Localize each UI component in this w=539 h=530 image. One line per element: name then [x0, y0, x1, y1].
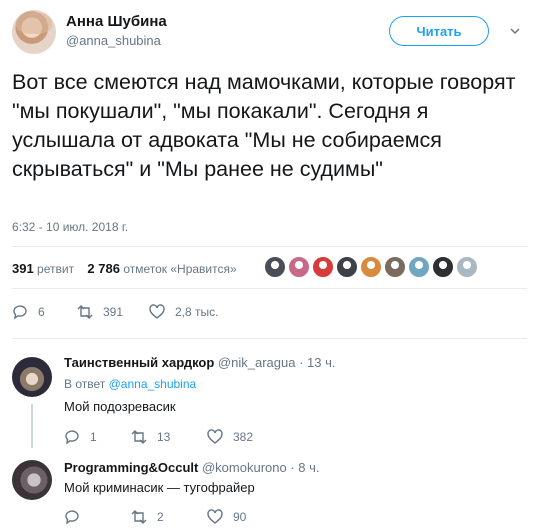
reply-to-line: В ответ @anna_shubina: [64, 377, 196, 391]
reply-avatar[interactable]: [12, 460, 52, 500]
reply-author-handle[interactable]: @komokurono: [202, 460, 287, 475]
like-count: 2,8 тыс.: [175, 305, 219, 319]
retweet-count: 13: [157, 430, 171, 444]
like-button[interactable]: 2,8 тыс.: [149, 304, 218, 320]
reply-actions: 1 13 382: [64, 429, 253, 445]
liker-avatar[interactable]: [264, 256, 286, 278]
liker-avatar[interactable]: [432, 256, 454, 278]
like-count: 382: [233, 430, 254, 444]
reply-avatar[interactable]: [12, 357, 52, 397]
divider: [12, 246, 527, 247]
liker-avatar[interactable]: [360, 256, 382, 278]
author-handle[interactable]: @anna_shubina: [66, 33, 161, 48]
liker-avatar[interactable]: [408, 256, 430, 278]
author-avatar[interactable]: [12, 10, 56, 54]
like-count: 90: [233, 510, 247, 524]
liker-avatar[interactable]: [384, 256, 406, 278]
like-button[interactable]: 382: [207, 429, 253, 445]
tweet-actions: 6 391 2,8 тыс.: [12, 304, 218, 320]
reply-count: 6: [38, 305, 45, 319]
retweet-button[interactable]: 13: [131, 429, 207, 445]
tweet-stats: 391 ретвит 2 786 отметок «Нравится»: [12, 261, 237, 276]
retweet-icon: [131, 430, 147, 444]
reply-actions: 2 90: [64, 509, 246, 525]
reply-time[interactable]: · 8 ч.: [290, 460, 319, 475]
reply-button[interactable]: [64, 509, 131, 525]
divider: [12, 338, 527, 339]
reply-text: Мой криминасик — тугофрайер: [64, 480, 255, 495]
reply-text: Мой подозревасик: [64, 399, 176, 414]
divider: [12, 288, 527, 289]
heart-icon: [149, 304, 165, 319]
heart-icon: [207, 429, 223, 444]
reply-count: 1: [90, 430, 97, 444]
follow-button[interactable]: Читать: [389, 16, 489, 46]
retweet-button[interactable]: 2: [131, 509, 207, 525]
retweet-count: 2: [157, 510, 164, 524]
reply-to-prefix: В ответ: [64, 377, 106, 391]
reply-author-name[interactable]: Таинственный хардкор: [64, 355, 214, 370]
retweets-label[interactable]: ретвит: [37, 262, 74, 276]
chevron-down-icon[interactable]: [510, 26, 520, 36]
likes-label[interactable]: отметок «Нравится»: [123, 262, 236, 276]
liker-avatar[interactable]: [312, 256, 334, 278]
retweet-count: 391: [103, 305, 124, 319]
tweet-text: Вот все смеются над мамочками, которые г…: [12, 70, 516, 181]
retweets-count[interactable]: 391: [12, 261, 34, 276]
reply-button[interactable]: 1: [64, 429, 131, 445]
reply-icon: [65, 430, 79, 445]
author-name[interactable]: Анна Шубина: [66, 13, 167, 30]
reply-author-handle[interactable]: @nik_aragua: [218, 355, 296, 370]
reply-button[interactable]: 6: [12, 304, 77, 320]
like-button[interactable]: 90: [207, 509, 246, 525]
reply-author[interactable]: Programming&Occult @komokurono · 8 ч.: [64, 460, 320, 475]
tweet-timestamp[interactable]: 6:32 - 10 июл. 2018 г.: [12, 220, 128, 234]
liker-avatar[interactable]: [336, 256, 358, 278]
liker-avatar[interactable]: [288, 256, 310, 278]
heart-icon: [207, 509, 223, 524]
liker-avatar[interactable]: [456, 256, 478, 278]
reply-time[interactable]: · 13 ч.: [299, 355, 335, 370]
retweet-icon: [131, 510, 147, 524]
reply-to-link[interactable]: @anna_shubina: [109, 377, 197, 391]
liker-avatars: [264, 256, 478, 278]
reply-author-name[interactable]: Programming&Occult: [64, 460, 198, 475]
likes-count[interactable]: 2 786: [87, 261, 120, 276]
retweet-button[interactable]: 391: [77, 304, 149, 320]
reply-icon: [13, 305, 27, 320]
retweet-icon: [77, 305, 93, 319]
reply-author[interactable]: Таинственный хардкор @nik_aragua · 13 ч.: [64, 355, 335, 370]
reply-icon: [65, 510, 79, 525]
thread-line: [31, 404, 33, 448]
